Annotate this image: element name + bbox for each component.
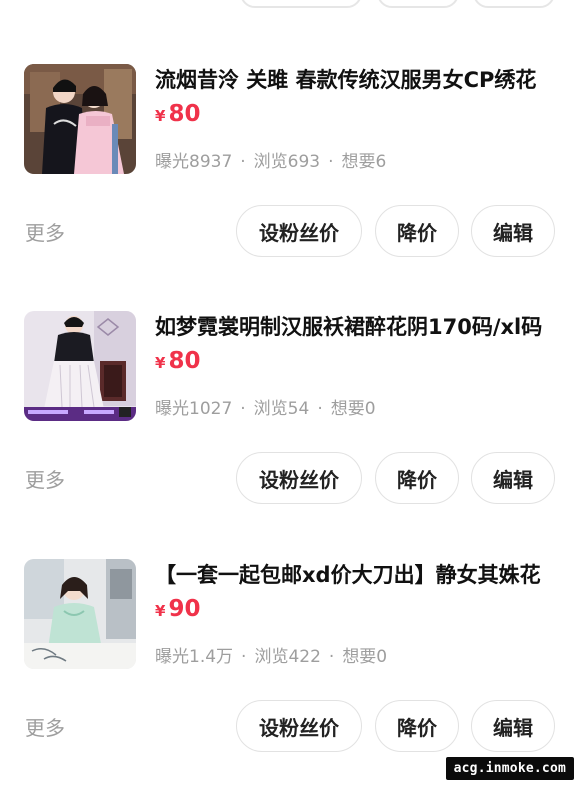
listing-stats: 曝光8937 · 浏览693 · 想要6 — [155, 150, 386, 174]
stat-separator: · — [241, 647, 247, 667]
edit-button[interactable]: 编辑 — [471, 205, 555, 257]
stat-separator: · — [240, 152, 246, 172]
views-count: 浏览422 — [254, 647, 321, 667]
listing-title[interactable]: 如梦霓裳明制汉服袄裙醉花阴170码/xl码 — [155, 313, 565, 341]
wants-count: 想要0 — [342, 647, 388, 667]
price-cut-button[interactable]: 降价 — [375, 700, 459, 752]
listing-item[interactable]: 流烟昔泠 关雎 春款传统汉服男女CP绣花 ¥80 曝光8937 · 浏览693 · 想要… — [0, 64, 580, 312]
currency-symbol: ¥ — [155, 602, 166, 620]
set-fans-price-button[interactable]: 设粉丝价 — [236, 700, 362, 752]
stat-separator: · — [317, 399, 323, 419]
watermark: acg.inmoke.com — [445, 757, 574, 780]
wants-count: 想要6 — [341, 152, 387, 172]
previous-edit-button-partial[interactable] — [473, 0, 555, 8]
set-fans-price-button[interactable]: 设粉丝价 — [236, 205, 362, 257]
exposure-count: 曝光1027 — [155, 399, 233, 419]
edit-button[interactable]: 编辑 — [471, 452, 555, 504]
listing-item[interactable]: 如梦霓裳明制汉服袄裙醉花阴170码/xl码 ¥80 曝光1027 · 浏览54 · 想要… — [0, 311, 580, 559]
edit-button[interactable]: 编辑 — [471, 700, 555, 752]
previous-price-cut-button-partial[interactable] — [377, 0, 459, 8]
product-thumbnail[interactable] — [24, 311, 136, 421]
more-button[interactable]: 更多 — [25, 466, 65, 494]
currency-symbol: ¥ — [155, 107, 166, 125]
price-value: 90 — [168, 596, 201, 622]
more-button[interactable]: 更多 — [25, 219, 65, 247]
product-thumbnail[interactable] — [24, 64, 136, 174]
price-value: 80 — [168, 348, 201, 374]
listing-price: ¥80 — [155, 99, 200, 131]
stat-separator: · — [240, 399, 246, 419]
listing-stats: 曝光1027 · 浏览54 · 想要0 — [155, 397, 376, 421]
listing-title[interactable]: 【一套一起包邮xd价大刀出】静女其姝花 — [155, 561, 565, 589]
currency-symbol: ¥ — [155, 354, 166, 372]
views-count: 浏览693 — [253, 152, 321, 172]
stat-separator: · — [328, 152, 334, 172]
price-cut-button[interactable]: 降价 — [375, 452, 459, 504]
price-value: 80 — [168, 101, 201, 127]
exposure-count: 曝光8937 — [155, 152, 233, 172]
wants-count: 想要0 — [330, 399, 376, 419]
listing-price: ¥90 — [155, 594, 200, 626]
listing-title[interactable]: 流烟昔泠 关雎 春款传统汉服男女CP绣花 — [155, 66, 565, 94]
views-count: 浏览54 — [253, 399, 310, 419]
more-button[interactable]: 更多 — [25, 714, 65, 742]
price-cut-button[interactable]: 降价 — [375, 205, 459, 257]
listing-price: ¥80 — [155, 346, 200, 378]
stat-separator: · — [328, 647, 335, 667]
previous-fans-price-button-partial[interactable] — [240, 0, 362, 8]
exposure-count: 曝光1.4万 — [155, 647, 234, 667]
product-thumbnail[interactable] — [24, 559, 136, 669]
listing-stats: 曝光1.4万 · 浏览422 · 想要0 — [155, 645, 387, 669]
set-fans-price-button[interactable]: 设粉丝价 — [236, 452, 362, 504]
